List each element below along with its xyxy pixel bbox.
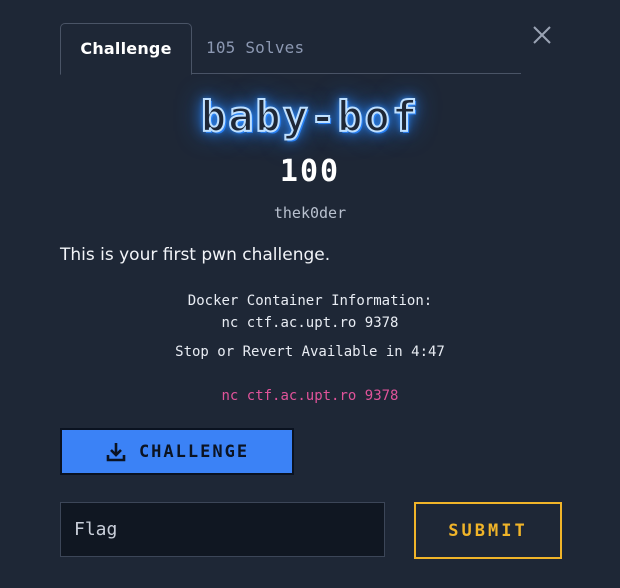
challenge-description: This is your first pwn challenge. (60, 245, 331, 265)
challenge-points: 100 (279, 154, 341, 189)
challenge-tabs: Challenge 105 Solves (60, 23, 521, 75)
flag-input[interactable] (60, 502, 385, 557)
close-icon[interactable] (529, 22, 555, 48)
docker-info-connection: nc ctf.ac.upt.ro 9378 (221, 315, 399, 331)
challenge-title: baby-bof (200, 91, 420, 142)
docker-status: Stop or Revert Available in 4:47 (175, 344, 445, 360)
tab-solves[interactable]: 105 Solves (206, 23, 304, 72)
challenge-modal: Challenge 105 Solves baby-bof 100 thek0d… (0, 0, 620, 588)
submit-button[interactable]: SUBMIT (414, 502, 562, 559)
download-challenge-button[interactable]: CHALLENGE (60, 428, 294, 475)
download-icon (105, 441, 127, 463)
tab-challenge[interactable]: Challenge (60, 23, 192, 75)
docker-info: Docker Container Information: nc ctf.ac.… (0, 290, 620, 334)
docker-info-title: Docker Container Information: (187, 293, 433, 309)
download-button-label: CHALLENGE (138, 441, 250, 462)
connection-link[interactable]: nc ctf.ac.upt.ro 9378 (0, 388, 620, 404)
challenge-author: thek0der (273, 204, 347, 222)
